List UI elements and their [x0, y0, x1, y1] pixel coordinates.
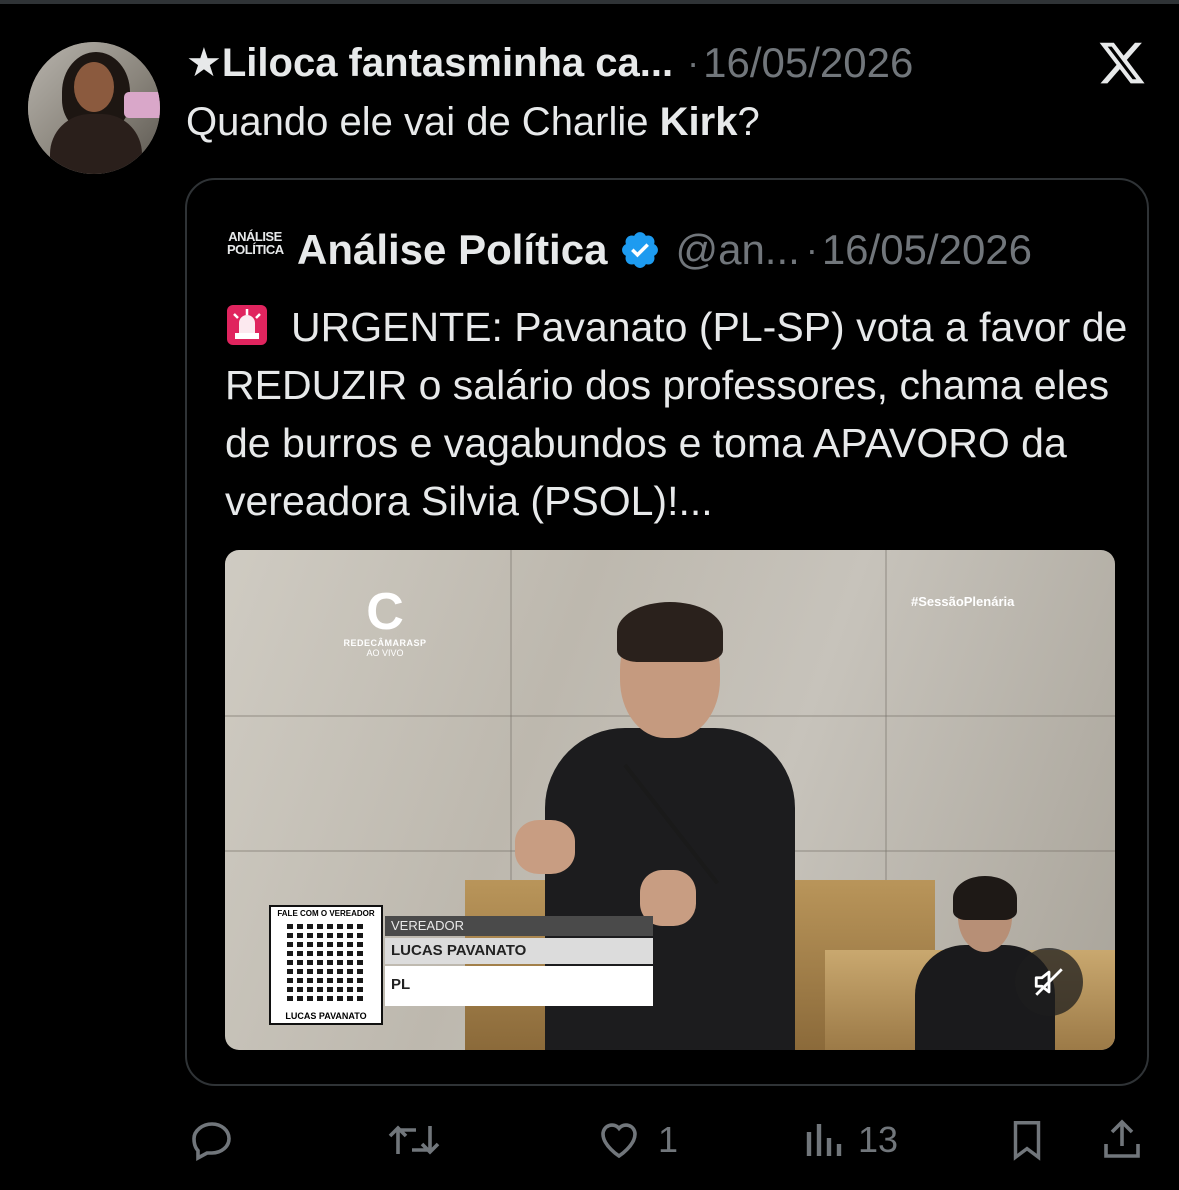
quoted-author-handle[interactable]: @an...	[675, 226, 799, 274]
bookmark-button[interactable]	[1004, 1110, 1050, 1170]
mute-icon	[1034, 968, 1063, 996]
lower-third-name: LUCAS PAVANATO	[385, 938, 653, 964]
channel-logo: C REDECÂMARASP AO VIVO	[305, 586, 465, 658]
tweet-text-end: ?	[737, 100, 760, 144]
tweet-text-part: Quando ele vai de Charlie	[186, 100, 660, 144]
qr-name: LUCAS PAVANATO	[285, 1011, 367, 1021]
quoted-author-name[interactable]: Análise Política	[297, 226, 607, 274]
top-divider	[0, 0, 1179, 4]
qr-title: FALE COM O VEREADOR	[277, 909, 375, 918]
video-player[interactable]: C REDECÂMARASP AO VIVO #SessãoPlenária F…	[225, 550, 1115, 1050]
views-button[interactable]: 13	[802, 1110, 898, 1170]
mute-button[interactable]	[1015, 948, 1083, 1016]
views-count: 13	[858, 1119, 899, 1160]
author-name[interactable]: ★Liloca fantasminha ca...	[186, 40, 673, 86]
author-avatar[interactable]	[28, 42, 160, 174]
avatar-text-line2: POLÍTICA	[227, 242, 284, 257]
views-icon	[806, 1124, 842, 1156]
retweet-button[interactable]	[386, 1110, 456, 1170]
qr-code-box: FALE COM O VEREADOR LUCAS PAVANATO	[269, 905, 383, 1025]
separator: ·	[805, 229, 818, 270]
lower-third-party: PL	[385, 966, 653, 1006]
lower-third-label: VEREADOR	[385, 916, 653, 936]
siren-icon	[227, 305, 267, 345]
reply-icon	[192, 1122, 231, 1162]
share-icon	[1104, 1119, 1140, 1158]
logo-line2: AO VIVO	[366, 648, 404, 658]
tweet-actions: 1 13	[0, 1110, 1179, 1170]
retweet-icon	[388, 1125, 440, 1155]
tweet-date[interactable]: 16/05/2026	[703, 39, 913, 87]
verified-badge-icon	[622, 232, 659, 268]
tweet-text-bold: Kirk	[659, 100, 738, 144]
logo-letter: C	[366, 583, 404, 641]
quoted-author-avatar[interactable]: ANÁLISE POLÍTICA	[227, 230, 284, 270]
logo-line1: REDECÂMARASP	[343, 638, 427, 648]
tweet-header: ★Liloca fantasminha ca... · 16/05/2026	[186, 38, 913, 88]
quoted-tweet-header: Análise Política @an... · 16/05/2026	[297, 222, 1032, 278]
like-icon	[601, 1123, 637, 1159]
quoted-tweet-text: URGENTE: Pavanato (PL-SP) vota a favor d…	[225, 298, 1135, 530]
bookmark-icon	[1013, 1121, 1041, 1161]
like-button[interactable]: 1	[594, 1110, 678, 1170]
quoted-tweet-card[interactable]: ANÁLISE POLÍTICA Análise Política @an...…	[185, 178, 1149, 1086]
video-hashtag: #SessãoPlenária	[911, 594, 1015, 609]
reply-button[interactable]	[188, 1110, 250, 1170]
x-logo-icon	[1099, 42, 1145, 84]
quoted-tweet-date[interactable]: 16/05/2026	[822, 226, 1032, 274]
share-button[interactable]	[1098, 1110, 1146, 1170]
like-count: 1	[658, 1119, 679, 1160]
quoted-tweet-text-body: URGENTE: Pavanato (PL-SP) vota a favor d…	[225, 304, 1128, 524]
separator: ·	[687, 42, 700, 83]
tweet-text: Quando ele vai de Charlie Kirk?	[186, 100, 760, 145]
